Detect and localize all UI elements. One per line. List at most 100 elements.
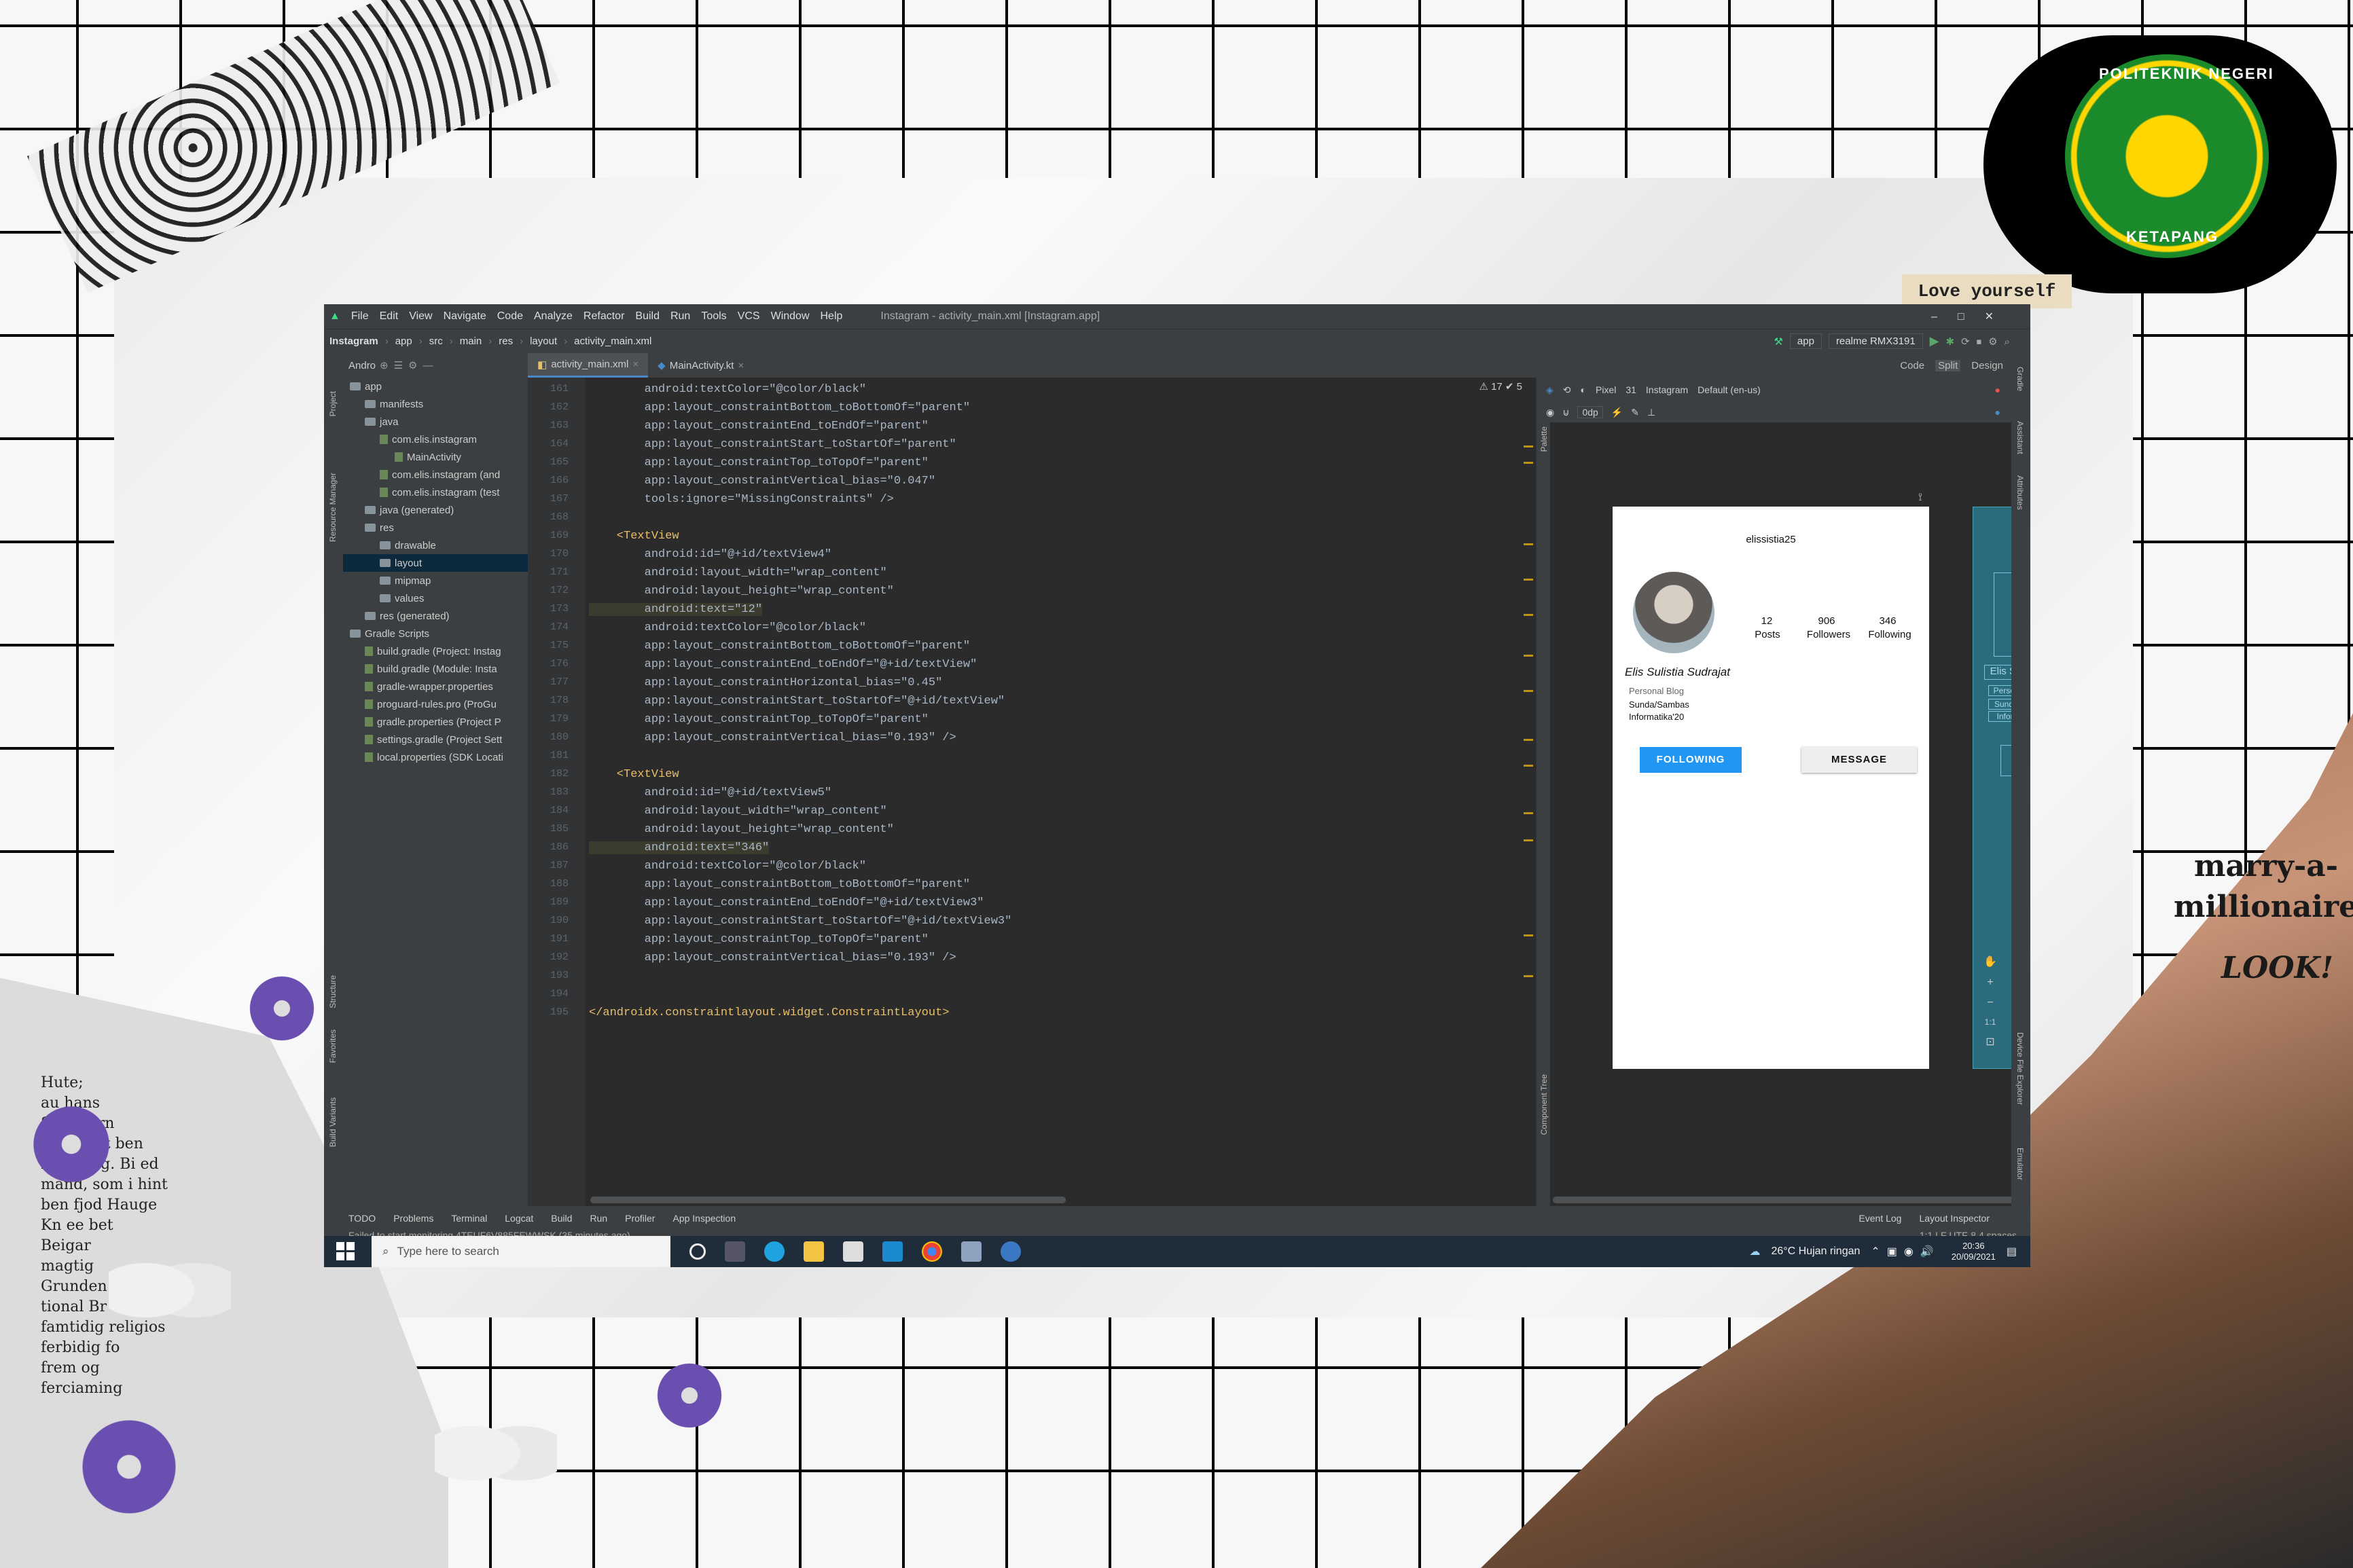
code-line[interactable]: app:layout_constraintEnd_toEndOf="@+id/t… (589, 896, 984, 909)
zoom-out-icon[interactable]: − (1987, 997, 1993, 1009)
code-line[interactable]: app:layout_constraintHorizontal_bias="0.… (589, 676, 943, 689)
tool-todo[interactable]: TODO (348, 1213, 376, 1224)
view-mode-split[interactable]: Split (1935, 359, 1961, 371)
menu-vcs[interactable]: VCS (738, 310, 760, 323)
tool-logcat[interactable]: Logcat (505, 1213, 533, 1224)
zoom-in-icon[interactable]: + (1987, 977, 1993, 989)
tree-item[interactable]: mipmap (343, 572, 528, 589)
hammer-icon[interactable]: ⚒ (1774, 335, 1782, 348)
app-icon[interactable] (961, 1241, 982, 1262)
notification-icon[interactable]: ▤ (2007, 1245, 2017, 1258)
layers-icon[interactable]: ◈ (1546, 384, 1553, 396)
code-line[interactable]: app:layout_constraintBottom_toBottomOf="… (589, 401, 970, 414)
store-icon[interactable] (843, 1241, 863, 1262)
tool-resource-manager[interactable]: Resource Manager (328, 473, 338, 542)
tree-item[interactable]: com.elis.instagram (test (343, 484, 528, 501)
clear-constraints-icon[interactable]: ⚡ (1611, 407, 1623, 418)
menu-file[interactable]: File (351, 310, 369, 323)
breadcrumb-item[interactable]: src (429, 335, 443, 347)
code-line[interactable]: app:layout_constraintEnd_toEndOf="parent… (589, 420, 929, 433)
code-editor[interactable]: 161 android:textColor="@color/black" 162 … (528, 378, 1536, 1206)
tool-assistant[interactable]: Assistant (2015, 421, 2025, 454)
file-explorer-icon[interactable] (804, 1241, 824, 1262)
tray-icons[interactable]: ⌃▣◉🔊 (1871, 1245, 1940, 1258)
android-studio-taskbar-icon[interactable] (1001, 1241, 1021, 1262)
tool-emulator[interactable]: Emulator (2015, 1148, 2025, 1180)
tree-item[interactable]: java (generated) (343, 501, 528, 519)
debug-icon[interactable]: ✱ (1946, 335, 1955, 348)
error-stripe[interactable] (1521, 378, 1536, 1206)
code-line[interactable]: app:layout_constraintTop_toTopOf="parent… (589, 456, 929, 469)
menu-refactor[interactable]: Refactor (583, 310, 624, 323)
tree-item[interactable]: Gradle Scripts (343, 625, 528, 642)
tool-profiler[interactable]: Profiler (625, 1213, 655, 1224)
zoom-level[interactable]: 1:1 (1985, 1017, 1996, 1027)
tool-terminal[interactable]: Terminal (451, 1213, 487, 1224)
code-line[interactable]: android:textColor="@color/black" (589, 860, 866, 873)
toolbar-icons[interactable]: ⟳⏹⚙⌕ (1961, 335, 2017, 348)
code-line[interactable]: <TextView (589, 530, 679, 543)
menu-code[interactable]: Code (497, 310, 523, 323)
code-line[interactable]: <TextView (589, 768, 679, 781)
code-line[interactable]: app:layout_constraintVertical_bias="0.04… (589, 475, 935, 488)
tool-palette[interactable]: Palette (1539, 426, 1549, 452)
tool-component-tree[interactable]: Component Tree (1539, 1074, 1549, 1135)
menu-view[interactable]: View (409, 310, 432, 323)
task-view-icon[interactable] (725, 1241, 745, 1262)
code-line[interactable]: android:layout_height="wrap_content" (589, 823, 894, 836)
code-line[interactable]: android:layout_width="wrap_content" (589, 566, 887, 579)
breadcrumb-item[interactable]: layout (530, 335, 557, 347)
view-mode-code[interactable]: Code (1900, 360, 1924, 371)
error-icon[interactable]: ● (1995, 384, 2000, 395)
menu-tools[interactable]: Tools (701, 310, 726, 323)
tool-build[interactable]: Build (551, 1213, 572, 1224)
menu-window[interactable]: Window (771, 310, 810, 323)
cortana-icon[interactable] (689, 1243, 706, 1260)
tree-item[interactable]: local.properties (SDK Locati (343, 748, 528, 766)
taskbar-search[interactable]: ⌕ Type here to search (372, 1236, 670, 1267)
tool-app-inspection[interactable]: App Inspection (672, 1213, 736, 1224)
tree-item[interactable]: gradle.properties (Project P (343, 713, 528, 731)
menu-run[interactable]: Run (670, 310, 690, 323)
menu-build[interactable]: Build (635, 310, 660, 323)
code-line[interactable]: app:layout_constraintTop_toTopOf="parent… (589, 933, 929, 946)
weather-text[interactable]: 26°C Hujan ringan (1771, 1245, 1860, 1258)
pin-icon[interactable]: ⟟ (1918, 492, 1922, 504)
tool-event-log[interactable]: Event Log (1858, 1213, 1901, 1224)
tree-item[interactable]: java (343, 413, 528, 431)
code-line[interactable]: android:id="@+id/textView5" (589, 786, 831, 799)
locale-select[interactable]: Default (en-us) (1698, 384, 1761, 395)
tree-item[interactable]: gradle-wrapper.properties (343, 678, 528, 695)
tool-problems[interactable]: Problems (393, 1213, 433, 1224)
code-line[interactable]: android:id="@+id/textView4" (589, 548, 831, 561)
code-line[interactable]: android:text="346" (589, 841, 770, 854)
default-margin-select[interactable]: 0dp (1577, 406, 1603, 418)
magnet-icon[interactable]: ⊍ (1562, 407, 1569, 418)
tab-main-activity[interactable]: ◆ MainActivity.kt × (648, 353, 753, 378)
edge-icon[interactable] (764, 1241, 785, 1262)
tool-attributes[interactable]: Attributes (2015, 475, 2025, 510)
code-line[interactable]: app:layout_constraintTop_toTopOf="parent… (589, 713, 929, 726)
run-config-select[interactable]: app (1789, 333, 1822, 349)
code-line[interactable]: app:layout_constraintStart_toStartOf="@+… (589, 915, 1012, 928)
zoom-fit-icon[interactable]: ⊡ (1986, 1035, 1994, 1049)
menu-help[interactable]: Help (821, 310, 843, 323)
tree-item[interactable]: layout (343, 554, 528, 572)
device-select[interactable]: realme RMX3191 (1828, 333, 1923, 349)
tree-item[interactable]: manifests (343, 395, 528, 413)
tree-item[interactable]: build.gradle (Module: Insta (343, 660, 528, 678)
breadcrumb-item[interactable]: res (499, 335, 513, 347)
tree-item[interactable]: com.elis.instagram (and (343, 466, 528, 484)
chrome-icon[interactable] (922, 1241, 942, 1262)
orientation-icon[interactable]: ⟲ (1563, 384, 1571, 396)
tree-item[interactable]: app (343, 378, 528, 395)
window-controls[interactable]: –□✕ (1931, 310, 2014, 323)
infer-constraints-icon[interactable]: ✎ (1631, 407, 1639, 418)
code-line[interactable]: app:layout_constraintBottom_toBottomOf="… (589, 640, 970, 653)
code-line[interactable]: app:layout_constraintVertical_bias="0.19… (589, 731, 956, 744)
breadcrumb-item[interactable]: Instagram (329, 335, 378, 347)
tab-activity-main[interactable]: ◧ activity_main.xml × (528, 353, 649, 378)
breadcrumb-item[interactable]: activity_main.xml (574, 335, 651, 347)
code-line[interactable]: android:layout_width="wrap_content" (589, 805, 887, 818)
tree-item[interactable]: drawable (343, 536, 528, 554)
